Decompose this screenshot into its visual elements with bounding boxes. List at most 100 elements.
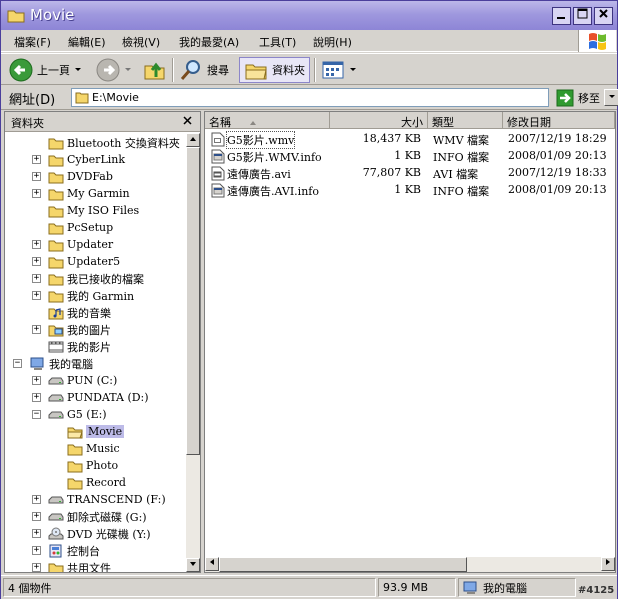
expand-plus-icon[interactable]: + <box>32 155 41 164</box>
expand-plus-icon[interactable]: + <box>32 257 41 266</box>
expand-plus-icon[interactable]: + <box>32 291 41 300</box>
tree-item-label: Music <box>86 442 120 455</box>
tree-item[interactable]: 我的音樂 <box>48 304 111 321</box>
scroll-thumb[interactable] <box>186 147 200 455</box>
minimize-button[interactable] <box>552 7 571 25</box>
chevron-down-icon[interactable] <box>74 67 82 73</box>
address-dropdown-button[interactable] <box>604 89 618 106</box>
back-label: 上一頁 <box>37 64 70 77</box>
folder-icon <box>48 255 64 269</box>
file-name: 遠傳廣告.avi <box>227 168 291 181</box>
chevron-down-icon[interactable] <box>124 67 132 73</box>
tree-item[interactable]: My ISO Files <box>48 202 139 219</box>
back-button[interactable]: 上一頁 <box>9 57 82 83</box>
toolbar-separator <box>314 58 316 82</box>
tree-item[interactable]: + PUNDATA (D:) <box>32 389 149 406</box>
expand-plus-icon[interactable]: + <box>32 546 41 555</box>
expand-plus-icon[interactable]: + <box>32 495 41 504</box>
scroll-up-button[interactable] <box>186 133 200 147</box>
column-header-name[interactable]: 名稱 <box>205 112 330 129</box>
column-header-type[interactable]: 類型 <box>428 112 503 129</box>
tree-item[interactable]: + CyberLink <box>32 151 125 168</box>
menu-help[interactable]: 說明(H) <box>313 34 352 50</box>
forward-button[interactable] <box>96 57 132 83</box>
views-button[interactable] <box>321 57 357 83</box>
expand-plus-icon[interactable]: + <box>32 189 41 198</box>
tree-item[interactable]: Bluetooth 交換資料夾 <box>48 134 180 151</box>
column-header-size[interactable]: 大小 <box>330 112 428 129</box>
folders-vertical-scrollbar[interactable] <box>186 133 200 572</box>
menu-tools[interactable]: 工具(T) <box>259 34 296 50</box>
expand-plus-icon[interactable]: + <box>32 325 41 334</box>
tree-item[interactable]: + 控制台 <box>32 542 100 559</box>
tree-item[interactable]: + DVDFab <box>32 168 113 185</box>
horizontal-scroll-thumb[interactable] <box>219 557 467 572</box>
tree-item[interactable]: + Updater5 <box>32 253 120 270</box>
scroll-right-button[interactable] <box>601 557 615 571</box>
collapse-minus-icon[interactable]: − <box>32 410 41 419</box>
tree-item[interactable]: + 卸除式磁碟 (G:) <box>32 508 147 525</box>
folder-open-icon <box>67 425 83 439</box>
folders-button[interactable]: 資料夾 <box>239 57 310 83</box>
folder-icon <box>48 204 64 218</box>
tree-item[interactable]: + Updater <box>32 236 113 253</box>
back-arrow-icon <box>9 58 33 82</box>
files-horizontal-scrollbar[interactable] <box>205 557 615 572</box>
file-row[interactable]: 遠傳廣告.AVI.info 1 KB INFO 檔案 2008/01/09 20:13 <box>205 181 615 198</box>
collapse-minus-icon[interactable]: − <box>13 359 22 368</box>
tree-item[interactable]: + My Garmin <box>32 185 130 202</box>
expand-plus-icon[interactable]: + <box>32 393 41 402</box>
expand-plus-icon[interactable]: + <box>32 240 41 249</box>
tree-item[interactable]: + 共用文件 <box>32 559 111 572</box>
tree-item[interactable]: + TRANSCEND (F:) <box>32 491 166 508</box>
column-header-date[interactable]: 修改日期 <box>503 112 615 129</box>
scroll-left-button[interactable] <box>205 557 219 571</box>
tree-item[interactable]: − G5 (E:) <box>32 406 107 423</box>
address-input[interactable]: E:\Movie <box>71 88 618 107</box>
scroll-down-button[interactable] <box>186 558 200 572</box>
tree-item[interactable]: − 我的電腦 <box>13 355 93 372</box>
search-button[interactable]: 搜尋 <box>179 57 229 83</box>
folders-pane-close-button[interactable] <box>183 114 192 128</box>
file-row[interactable]: 遠傳廣告.avi 77,807 KB AVI 檔案 2007/12/19 18:33 <box>205 164 615 181</box>
expand-plus-icon[interactable]: + <box>32 172 41 181</box>
tree-item[interactable]: + 我已接收的檔案 <box>32 270 144 287</box>
tree-item[interactable]: 我的影片 <box>48 338 111 355</box>
file-type: WMV 檔案 <box>433 134 490 147</box>
drive-icon <box>48 510 64 524</box>
file-row[interactable]: G5影片.wmv 18,437 KB WMV 檔案 2007/12/19 18:29 <box>205 130 615 149</box>
go-button[interactable]: 移至 <box>556 88 600 108</box>
tree-item[interactable]: Music <box>67 440 120 457</box>
close-button[interactable] <box>594 7 613 25</box>
menu-view[interactable]: 檢視(V) <box>122 34 160 50</box>
views-icon <box>322 61 344 79</box>
file-date: 2007/12/19 18:33 <box>508 166 607 179</box>
maximize-button[interactable] <box>573 7 592 25</box>
menu-edit[interactable]: 編輯(E) <box>68 34 106 50</box>
chevron-down-icon[interactable] <box>349 67 357 73</box>
status-size: 93.9 MB <box>378 578 456 597</box>
tree-item[interactable]: PcSetup <box>48 219 113 236</box>
expand-plus-icon[interactable]: + <box>32 512 41 521</box>
expand-plus-icon[interactable]: + <box>32 376 41 385</box>
folder-icon <box>48 170 64 184</box>
tree-item[interactable]: + 我的圖片 <box>32 321 111 338</box>
expand-plus-icon[interactable]: + <box>32 274 41 283</box>
menu-file[interactable]: 檔案(F) <box>14 34 51 50</box>
tree-item[interactable]: Photo <box>67 457 118 474</box>
tree-item[interactable]: + PUN (C:) <box>32 372 117 389</box>
folder-tree[interactable]: Bluetooth 交換資料夾 + CyberLink + DVDFab + My Garm… <box>5 133 186 572</box>
menu-favorites[interactable]: 我的最愛(A) <box>179 34 239 50</box>
expand-plus-icon[interactable]: + <box>32 563 41 572</box>
tree-item[interactable]: + DVD 光碟機 (Y:) <box>32 525 151 542</box>
file-row[interactable]: G5影片.WMV.info 1 KB INFO 檔案 2008/01/09 20:13 <box>205 147 615 164</box>
scroll-right-icon <box>606 559 610 565</box>
up-folder-button[interactable] <box>143 57 167 83</box>
tree-item[interactable]: Record <box>67 474 126 491</box>
status-count-text: 4 個物件 <box>8 581 52 595</box>
file-type: INFO 檔案 <box>433 185 490 198</box>
tree-item[interactable]: Movie <box>67 423 125 440</box>
title-bar[interactable]: Movie <box>1 1 617 30</box>
expand-plus-icon[interactable]: + <box>32 529 41 538</box>
tree-item[interactable]: + 我的 Garmin <box>32 287 134 304</box>
